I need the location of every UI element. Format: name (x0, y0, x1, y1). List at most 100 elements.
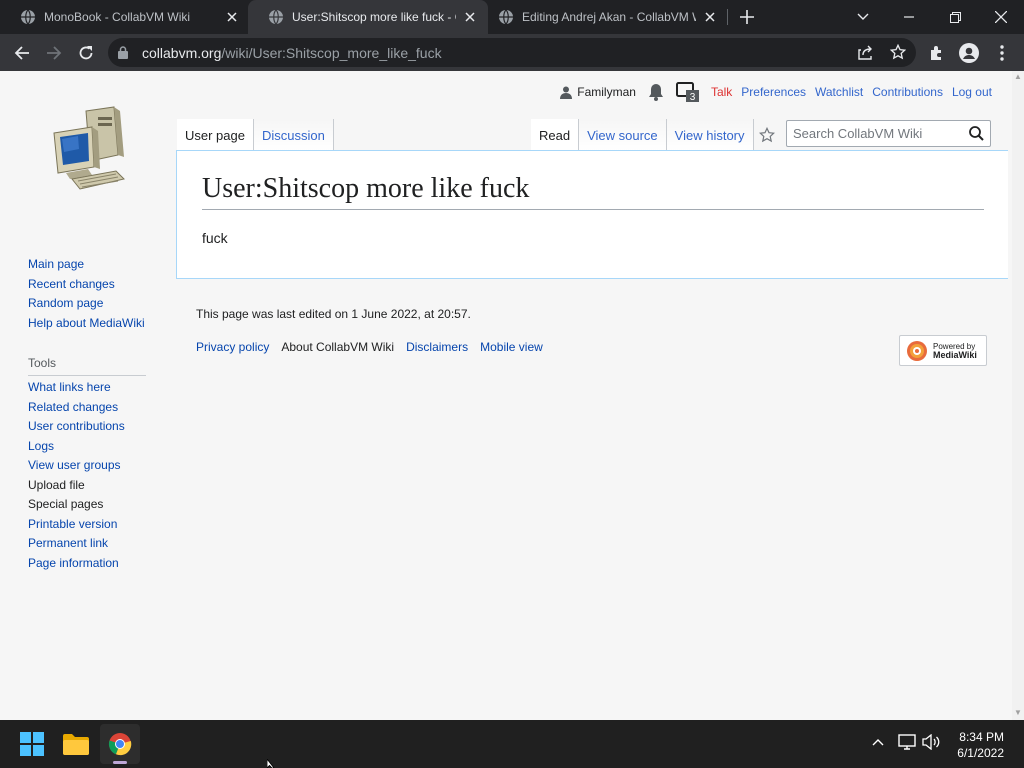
site-logo-computer[interactable] (48, 105, 128, 195)
search-icon[interactable] (969, 126, 984, 141)
back-button[interactable] (10, 41, 34, 65)
tab-read[interactable]: Read (531, 119, 580, 151)
sidebar: Main page Recent changes Random page Hel… (28, 257, 148, 575)
share-icon[interactable] (858, 45, 874, 60)
sidebar-item-related-changes[interactable]: Related changes (28, 400, 148, 420)
watch-button[interactable] (754, 119, 780, 151)
powered-by-mediawiki-badge[interactable]: Powered by MediaWiki (899, 335, 987, 366)
logout-link[interactable]: Log out (952, 85, 992, 99)
sidebar-item-logs[interactable]: Logs (28, 439, 148, 459)
address-bar[interactable]: collabvm.org/wiki/User:Shitscop_more_lik… (108, 38, 916, 67)
profile-icon (959, 43, 979, 63)
username: Familyman (577, 85, 636, 99)
user-link[interactable]: Familyman (560, 85, 636, 99)
tab-title: MonoBook - CollabVM Wiki (44, 10, 191, 24)
sidebar-item-upload-file[interactable]: Upload file (28, 478, 148, 498)
search-input[interactable] (793, 126, 963, 141)
footer-links: Privacy policy About CollabVM Wiki Discl… (196, 340, 555, 354)
tab-title: User:Shitscop more like fuck - CollabVM … (292, 10, 456, 24)
tab-discussion[interactable]: Discussion (253, 119, 334, 151)
talk-link[interactable]: Talk (711, 85, 732, 99)
browser-tab[interactable]: MonoBook - CollabVM Wiki (0, 0, 250, 34)
footer-mobile-view-link[interactable]: Mobile view (480, 340, 543, 354)
view-tabs: Read View source View history (531, 119, 780, 151)
chrome-taskbar-button[interactable] (100, 724, 140, 764)
minimize-button[interactable] (886, 0, 932, 34)
browser-menu-button[interactable] (990, 41, 1014, 65)
browser-toolbar: collabvm.org/wiki/User:Shitscop_more_lik… (0, 34, 1024, 71)
profile-button[interactable] (957, 41, 981, 65)
windows-logo-icon (20, 732, 44, 756)
taskbar: 8:34 PM 6/1/2022 (0, 720, 1024, 768)
sidebar-item-view-user-groups[interactable]: View user groups (28, 458, 148, 478)
mouse-cursor-icon (267, 759, 275, 768)
extensions-button[interactable] (925, 41, 949, 65)
sidebar-item-random-page[interactable]: Random page (28, 296, 148, 316)
url-host: collabvm.org (142, 45, 222, 61)
footer-disclaimers-link[interactable]: Disclaimers (406, 340, 468, 354)
file-explorer-button[interactable] (56, 724, 96, 764)
sidebar-item-what-links-here[interactable]: What links here (28, 380, 148, 400)
user-icon (560, 86, 573, 99)
chevron-down-icon (857, 13, 869, 20)
close-tab-icon[interactable] (462, 9, 478, 25)
chrome-icon (108, 733, 132, 756)
web-page: Familyman 3 Talk Preferences Watchlist C… (0, 71, 1024, 720)
restore-button[interactable] (932, 0, 978, 34)
close-tab-icon[interactable] (224, 9, 240, 25)
volume-icon[interactable] (922, 734, 940, 750)
kebab-menu-icon (1000, 45, 1004, 61)
sidebar-item-page-information[interactable]: Page information (28, 556, 148, 576)
lock-icon (118, 46, 128, 59)
tab-search-button[interactable] (840, 0, 886, 34)
clock-time: 8:34 PM (959, 730, 1004, 744)
page-body-text: fuck (202, 230, 228, 246)
sidebar-item-recent-changes[interactable]: Recent changes (28, 277, 148, 297)
contributions-link[interactable]: Contributions (872, 85, 943, 99)
sidebar-item-help[interactable]: Help about MediaWiki (28, 316, 148, 336)
reload-button[interactable] (74, 41, 98, 65)
bell-icon[interactable] (648, 83, 664, 101)
system-clock[interactable]: 8:34 PM 6/1/2022 (957, 729, 1004, 761)
tab-view-source[interactable]: View source (579, 119, 667, 151)
footer-about-link[interactable]: About CollabVM Wiki (281, 340, 394, 354)
scroll-up-icon[interactable]: ▲ (1014, 73, 1022, 81)
tab-view-history[interactable]: View history (666, 119, 754, 151)
footer-privacy-link[interactable]: Privacy policy (196, 340, 269, 354)
sidebar-item-user-contributions[interactable]: User contributions (28, 419, 148, 439)
bookmark-star-icon[interactable] (890, 44, 906, 60)
mediawiki-text: MediaWiki (933, 349, 977, 360)
chevron-up-icon[interactable] (872, 738, 884, 746)
sidebar-item-printable-version[interactable]: Printable version (28, 517, 148, 537)
preferences-link[interactable]: Preferences (741, 85, 806, 99)
url-text: collabvm.org/wiki/User:Shitscop_more_lik… (142, 45, 442, 61)
restore-icon (949, 11, 961, 23)
notices-button[interactable]: 3 (675, 82, 700, 103)
close-window-button[interactable] (978, 0, 1024, 34)
arrow-left-icon (14, 46, 29, 60)
network-icon[interactable] (898, 734, 916, 750)
tab-user-page[interactable]: User page (177, 119, 254, 151)
tray-icon: 3 (675, 82, 699, 103)
notice-count: 3 (690, 92, 696, 102)
reload-icon (79, 46, 93, 60)
forward-button[interactable] (42, 41, 66, 65)
close-tab-icon[interactable] (702, 9, 718, 25)
sidebar-item-main-page[interactable]: Main page (28, 257, 148, 277)
page-scrollbar[interactable]: ▲ ▼ (1012, 71, 1024, 720)
scroll-down-icon[interactable]: ▼ (1014, 709, 1022, 717)
content-area: User:Shitscop more like fuck fuck (176, 150, 1008, 279)
browser-tab-active[interactable]: User:Shitscop more like fuck - CollabVM … (248, 0, 488, 34)
star-icon (758, 127, 775, 143)
footer-last-edited: This page was last edited on 1 June 2022… (196, 307, 471, 321)
new-tab-button[interactable] (737, 7, 757, 27)
sidebar-item-special-pages[interactable]: Special pages (28, 497, 148, 517)
personal-tools: Familyman 3 Talk Preferences Watchlist C… (560, 82, 992, 103)
globe-icon (21, 9, 35, 25)
tab-title: Editing Andrej Akan - CollabVM Wiki (522, 10, 696, 24)
browser-tab[interactable]: Editing Andrej Akan - CollabVM Wiki (478, 0, 728, 34)
start-button[interactable] (12, 724, 52, 764)
watchlist-link[interactable]: Watchlist (815, 85, 863, 99)
sidebar-item-permanent-link[interactable]: Permanent link (28, 536, 148, 556)
minimize-icon (904, 16, 914, 18)
